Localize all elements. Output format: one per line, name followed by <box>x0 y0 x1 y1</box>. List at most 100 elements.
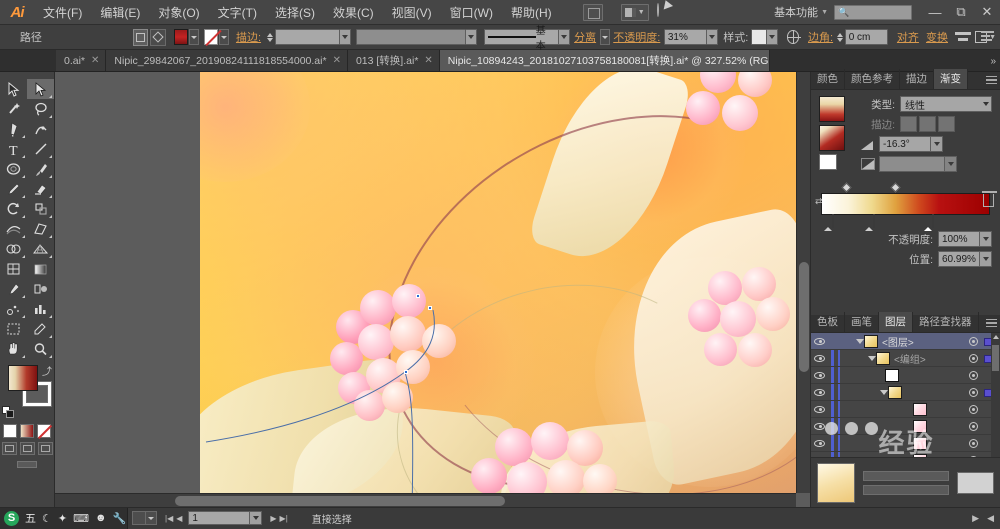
gradient-opacity-dropdown-icon[interactable] <box>980 231 992 247</box>
document-setup-icon[interactable] <box>582 3 603 21</box>
visibility-toggle-icon[interactable] <box>811 371 828 379</box>
layer-thumbnail[interactable] <box>876 351 890 365</box>
gradient-tool[interactable] <box>27 259 54 279</box>
shape-builder-tool[interactable] <box>0 239 27 259</box>
artwork-illustration[interactable] <box>200 72 796 493</box>
close-button[interactable]: ✕ <box>974 4 1000 20</box>
close-icon[interactable]: ✕ <box>424 55 432 66</box>
corner-stepper[interactable] <box>836 29 844 45</box>
align-label[interactable]: 对齐 <box>897 29 919 45</box>
berry-cluster[interactable] <box>680 72 796 147</box>
gradient-aspect-field[interactable] <box>879 156 945 172</box>
search-input[interactable]: 🔍 <box>834 4 912 20</box>
target-icon[interactable] <box>969 405 978 414</box>
status-next-icon[interactable]: ▶ <box>972 513 979 524</box>
vscroll-thumb[interactable] <box>799 262 809 372</box>
line-segment-tool[interactable] <box>27 139 54 159</box>
layer-thumbnail[interactable] <box>888 385 902 399</box>
moon-icon[interactable]: ☾ <box>42 512 52 525</box>
gradient-type-select[interactable]: 线性 <box>900 96 992 112</box>
separate-dropdown-icon[interactable] <box>599 29 610 45</box>
close-icon[interactable]: ✕ <box>91 55 99 66</box>
canvas-area[interactable] <box>55 72 810 507</box>
stroke-gradient-across-icon[interactable] <box>938 116 955 132</box>
gradient-angle-dropdown-icon[interactable] <box>931 136 943 152</box>
visibility-toggle-icon[interactable] <box>811 388 828 396</box>
menu-file[interactable]: 文件(F) <box>34 0 91 25</box>
document-tab[interactable]: Nipic_29842067_20190824111818554000.ai* … <box>106 50 348 71</box>
corner-label[interactable]: 边角: <box>808 29 833 45</box>
sogou-logo-icon[interactable]: S <box>4 510 19 526</box>
path-anchor-point[interactable] <box>404 370 408 374</box>
screen-mode-full-button[interactable] <box>19 442 35 455</box>
gradient-location-field[interactable]: 60.99% <box>938 251 980 267</box>
opacity-globe-icon[interactable] <box>786 30 801 44</box>
path-anchor-point[interactable] <box>428 306 432 310</box>
arrange-documents-icon[interactable]: ▼ <box>620 3 649 21</box>
opacity-field[interactable]: 31% <box>663 29 708 45</box>
color-mode-gradient-button[interactable] <box>20 424 34 438</box>
wrench-icon[interactable]: 🔧 <box>113 512 127 525</box>
berry-cluster[interactable] <box>330 282 480 427</box>
visibility-toggle-icon[interactable] <box>811 439 828 447</box>
gradient-midpoint[interactable] <box>841 182 852 193</box>
gradient-opacity-field[interactable]: 100% <box>938 231 980 247</box>
artboard-dropdown-icon[interactable] <box>250 511 263 525</box>
gradient-slider[interactable]: ⇄ <box>815 182 997 231</box>
screen-mode-normal-button[interactable] <box>1 442 17 455</box>
layer-thumbnail[interactable] <box>885 368 899 382</box>
menu-help[interactable]: 帮助(H) <box>502 0 561 25</box>
ime-toolbar[interactable]: S 五 ☾ ✦ ⌨ ☻ 🔧 <box>0 507 128 529</box>
corner-field[interactable]: 0 cm <box>844 29 889 45</box>
user-icon[interactable]: ☻ <box>95 512 107 524</box>
zoom-dropdown-icon[interactable] <box>146 511 157 525</box>
pencil-tool[interactable] <box>0 179 27 199</box>
gradient-stop-selected[interactable] <box>924 214 935 231</box>
artboard-tool[interactable] <box>0 319 27 339</box>
perspective-grid-tool[interactable] <box>27 239 54 259</box>
color-mode-none-button[interactable] <box>37 424 51 438</box>
vertical-scrollbar[interactable] <box>796 72 810 493</box>
gradient-midpoint[interactable] <box>890 182 901 193</box>
align-icon[interactable] <box>955 30 972 44</box>
artboard-number-field[interactable]: 1 <box>188 511 251 525</box>
fill-swatch-large[interactable] <box>8 365 38 391</box>
menu-effect[interactable]: 效果(C) <box>324 0 383 25</box>
fill-color-swatch[interactable] <box>173 29 189 45</box>
workspace-switcher[interactable]: 基本功能 <box>771 4 821 20</box>
stroke-weight-label[interactable]: 描边: <box>236 29 261 45</box>
stroke-profile-dropdown-icon[interactable] <box>465 29 477 45</box>
scroll-up-icon[interactable] <box>992 335 999 339</box>
gradient-location-dropdown-icon[interactable] <box>980 251 992 267</box>
first-artboard-icon[interactable]: |◀ <box>165 514 173 523</box>
bridge-icon[interactable] <box>656 2 677 21</box>
graphic-style-swatch[interactable] <box>751 29 767 45</box>
stroke-gradient-within-icon[interactable] <box>900 116 917 132</box>
gradient-stroke-swatch[interactable] <box>819 154 837 170</box>
hand-tool[interactable] <box>0 339 27 359</box>
minimize-button[interactable]: — <box>922 5 948 20</box>
prev-artboard-icon[interactable]: ◀ <box>176 514 182 523</box>
gradient-stop[interactable] <box>824 214 835 231</box>
table-row[interactable]: <图层> <box>811 333 1000 350</box>
stroke-weight-field[interactable] <box>275 29 340 45</box>
symbol-sprayer-tool[interactable] <box>0 299 27 319</box>
control-panel-menu-icon[interactable] <box>981 31 994 43</box>
magic-wand-tool[interactable] <box>0 99 27 119</box>
tab-stroke[interactable]: 描边 <box>900 69 934 89</box>
keyboard-icon[interactable]: ⌨ <box>73 512 89 525</box>
fill-dropdown-icon[interactable] <box>189 29 200 45</box>
hscroll-thumb[interactable] <box>175 496 505 506</box>
stroke-color-swatch[interactable] <box>203 29 218 45</box>
document-tab[interactable]: 013 [转换].ai* ✕ <box>347 50 440 71</box>
type-tool[interactable]: T <box>0 139 27 159</box>
menu-select[interactable]: 选择(S) <box>266 0 324 25</box>
close-icon[interactable]: ✕ <box>333 55 341 66</box>
target-icon[interactable] <box>969 388 978 397</box>
appearance-thumbnail[interactable] <box>817 462 855 503</box>
menu-window[interactable]: 窗口(W) <box>441 0 502 25</box>
artboard-viewport[interactable] <box>55 72 796 493</box>
brush-dropdown-icon[interactable] <box>558 29 570 45</box>
path-anchor-point[interactable] <box>416 294 420 298</box>
visibility-toggle-icon[interactable] <box>811 405 828 413</box>
